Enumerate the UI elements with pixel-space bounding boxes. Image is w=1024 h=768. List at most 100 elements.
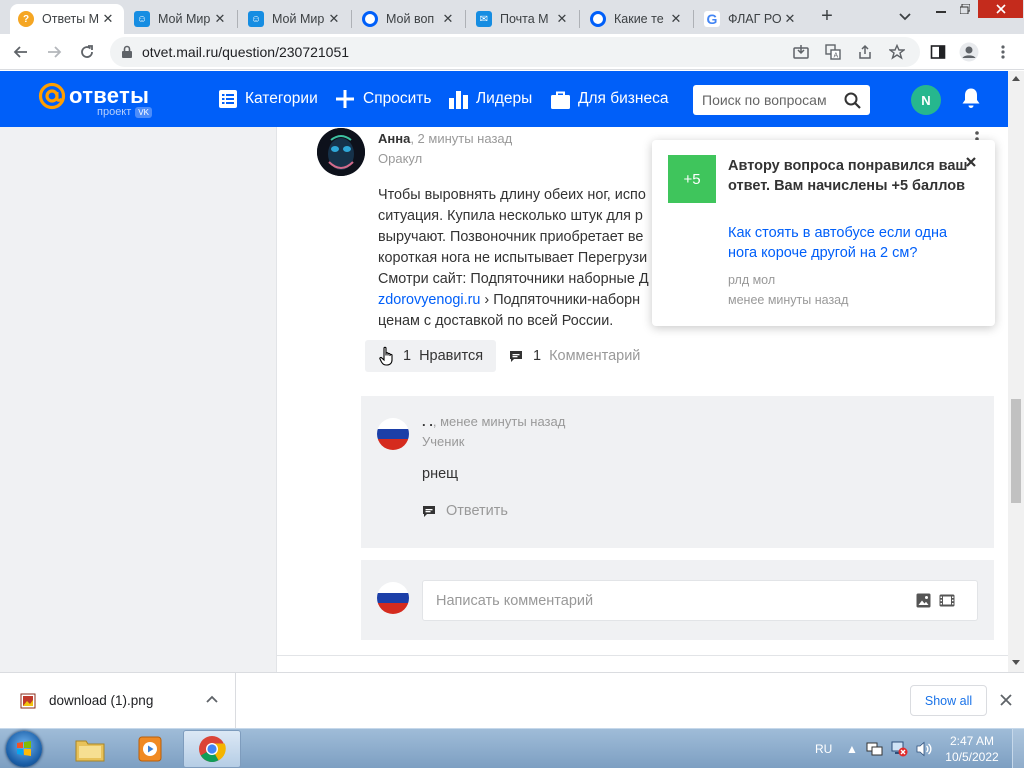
taskbar-chrome[interactable] — [183, 730, 241, 768]
current-user-avatar-russian-flag — [377, 582, 409, 614]
flag-red-stripe — [377, 439, 409, 450]
network-error-icon[interactable] — [891, 741, 908, 757]
mail-icon: ✉ — [476, 11, 492, 27]
like-button[interactable]: 1 Нравится — [365, 340, 496, 372]
tab-moimir-1[interactable]: ☺ Мой Мир ✕ — [126, 4, 236, 34]
tab-my-questions[interactable]: Мой воп ✕ — [354, 4, 464, 34]
comment-input[interactable] — [436, 591, 896, 611]
plus-icon — [336, 90, 354, 108]
site-search[interactable] — [693, 85, 870, 115]
close-icon[interactable]: ✕ — [212, 11, 228, 27]
volume-icon[interactable] — [916, 741, 933, 757]
reload-icon — [81, 45, 93, 58]
chrome-icon — [199, 736, 226, 763]
translate-icon[interactable]: A — [825, 44, 841, 60]
tab-mail[interactable]: ✉ Почта M ✕ — [468, 4, 578, 34]
nav-ask[interactable]: Спросить — [335, 88, 431, 110]
profile-button[interactable] — [959, 42, 979, 62]
points-badge: +5 — [668, 155, 716, 203]
tab-moimir-2[interactable]: ☺ Мой Мир ✕ — [240, 4, 350, 34]
close-icon[interactable]: ✕ — [782, 11, 798, 27]
nav-categories-label: Категории — [245, 90, 318, 107]
image-file-icon — [20, 693, 36, 709]
nav-business[interactable]: Для бизнеса — [551, 88, 668, 110]
download-file-name[interactable]: download (1).png — [49, 693, 153, 708]
show-desktop-button[interactable] — [1012, 729, 1024, 768]
bell-icon[interactable] — [961, 87, 981, 109]
close-icon[interactable] — [999, 693, 1013, 707]
nav-leaders[interactable]: Лидеры — [449, 88, 532, 110]
new-tab-button[interactable]: + — [816, 6, 838, 28]
comment-card: . ., менее минуты назад Ученик рнещ Отве… — [361, 396, 994, 548]
language-indicator[interactable]: RU — [815, 729, 832, 768]
answer-author-name[interactable]: Анна — [378, 131, 410, 146]
answer-link-rest: › Подпяточники-наборн — [480, 292, 641, 308]
browser-menu-button[interactable] — [993, 42, 1013, 62]
answer-author-avatar[interactable] — [317, 128, 365, 176]
address-bar[interactable]: otvet.mail.ru/question/230721051 A — [110, 37, 920, 67]
comment-input-box[interactable] — [422, 580, 978, 621]
close-icon[interactable]: ✕ — [668, 11, 684, 27]
close-icon[interactable] — [964, 155, 978, 169]
window-close-button[interactable] — [978, 0, 1023, 18]
windows-taskbar: RU ▲ 2:47 AM 10/5/2022 — [0, 728, 1024, 768]
reply-button[interactable]: Ответить — [422, 503, 508, 519]
scroll-up-arrow-icon[interactable] — [1012, 76, 1020, 81]
chevron-up-icon[interactable] — [206, 695, 218, 703]
scroll-down-arrow-icon[interactable] — [1012, 660, 1020, 665]
taskbar-media-player[interactable] — [121, 730, 179, 768]
tray-overflow-icon[interactable]: ▲ — [846, 729, 858, 768]
tab-title: Ответы M — [42, 12, 100, 26]
answer-line: ситуация. Купила несколько штук для р — [378, 208, 643, 224]
taskbar-explorer[interactable] — [61, 730, 119, 768]
side-panel-button[interactable] — [928, 42, 948, 62]
back-button[interactable] — [11, 42, 31, 62]
image-icon[interactable] — [916, 593, 931, 608]
download-item[interactable]: download (1).png — [0, 673, 236, 728]
search-icon[interactable] — [844, 92, 861, 109]
download-shelf: download (1).png Show all — [0, 672, 1024, 728]
commenter-avatar-russian-flag[interactable] — [377, 418, 409, 450]
tab-otvety[interactable]: ? Ответы M ✕ — [10, 4, 124, 34]
action-center-icon[interactable] — [866, 741, 883, 757]
start-button[interactable] — [6, 731, 42, 767]
close-icon[interactable]: ✕ — [554, 11, 570, 27]
show-all-button[interactable]: Show all — [910, 685, 987, 716]
nav-categories[interactable]: Категории — [219, 88, 318, 110]
browser-toolbar: otvet.mail.ru/question/230721051 A — [0, 34, 1024, 70]
page-scrollbar[interactable] — [1008, 71, 1024, 672]
leaders-icon — [449, 91, 468, 109]
video-icon[interactable] — [939, 593, 955, 608]
comment-text: рнещ — [422, 466, 459, 482]
tab-separator — [351, 10, 352, 28]
comment-author-line: . ., менее минуты назад — [422, 414, 565, 429]
forward-button[interactable] — [44, 42, 64, 62]
answer-author-rank: Оракул — [378, 151, 423, 166]
flag-white-stripe — [377, 582, 409, 593]
close-icon[interactable]: ✕ — [440, 11, 456, 27]
side-panel-icon — [930, 45, 946, 59]
reload-button[interactable] — [77, 42, 97, 62]
tab-search-icon[interactable] — [896, 8, 914, 26]
notification-user[interactable]: рлд мол — [728, 273, 775, 287]
comment-author-name[interactable]: . . — [422, 414, 433, 429]
user-avatar[interactable]: N — [911, 85, 941, 115]
bookmark-star-icon[interactable] — [889, 44, 905, 60]
close-icon[interactable]: ✕ — [100, 11, 116, 27]
url-text[interactable]: otvet.mail.ru/question/230721051 — [142, 44, 349, 60]
close-icon[interactable]: ✕ — [326, 11, 342, 27]
comments-button[interactable]: 1 Комментарий — [509, 340, 640, 372]
tab-google-flag[interactable]: G ФЛАГ РО ✕ — [696, 4, 806, 34]
notification-question-link[interactable]: Как стоять в автобусе если одна нога кор… — [728, 223, 968, 263]
scrollbar-thumb[interactable] — [1011, 399, 1021, 503]
lock-icon[interactable] — [120, 45, 134, 59]
like-count: 1 — [403, 348, 412, 364]
answers-circle-icon — [590, 11, 606, 27]
answer-link[interactable]: zdorovyenogi.ru — [378, 292, 480, 308]
share-icon[interactable] — [857, 44, 873, 60]
tab-question-2[interactable]: Какие те ✕ — [582, 4, 692, 34]
restore-button[interactable] — [950, 0, 980, 18]
install-app-icon[interactable] — [793, 44, 809, 60]
taskbar-clock[interactable]: 2:47 AM 10/5/2022 — [940, 733, 1004, 765]
search-input[interactable] — [702, 91, 837, 109]
